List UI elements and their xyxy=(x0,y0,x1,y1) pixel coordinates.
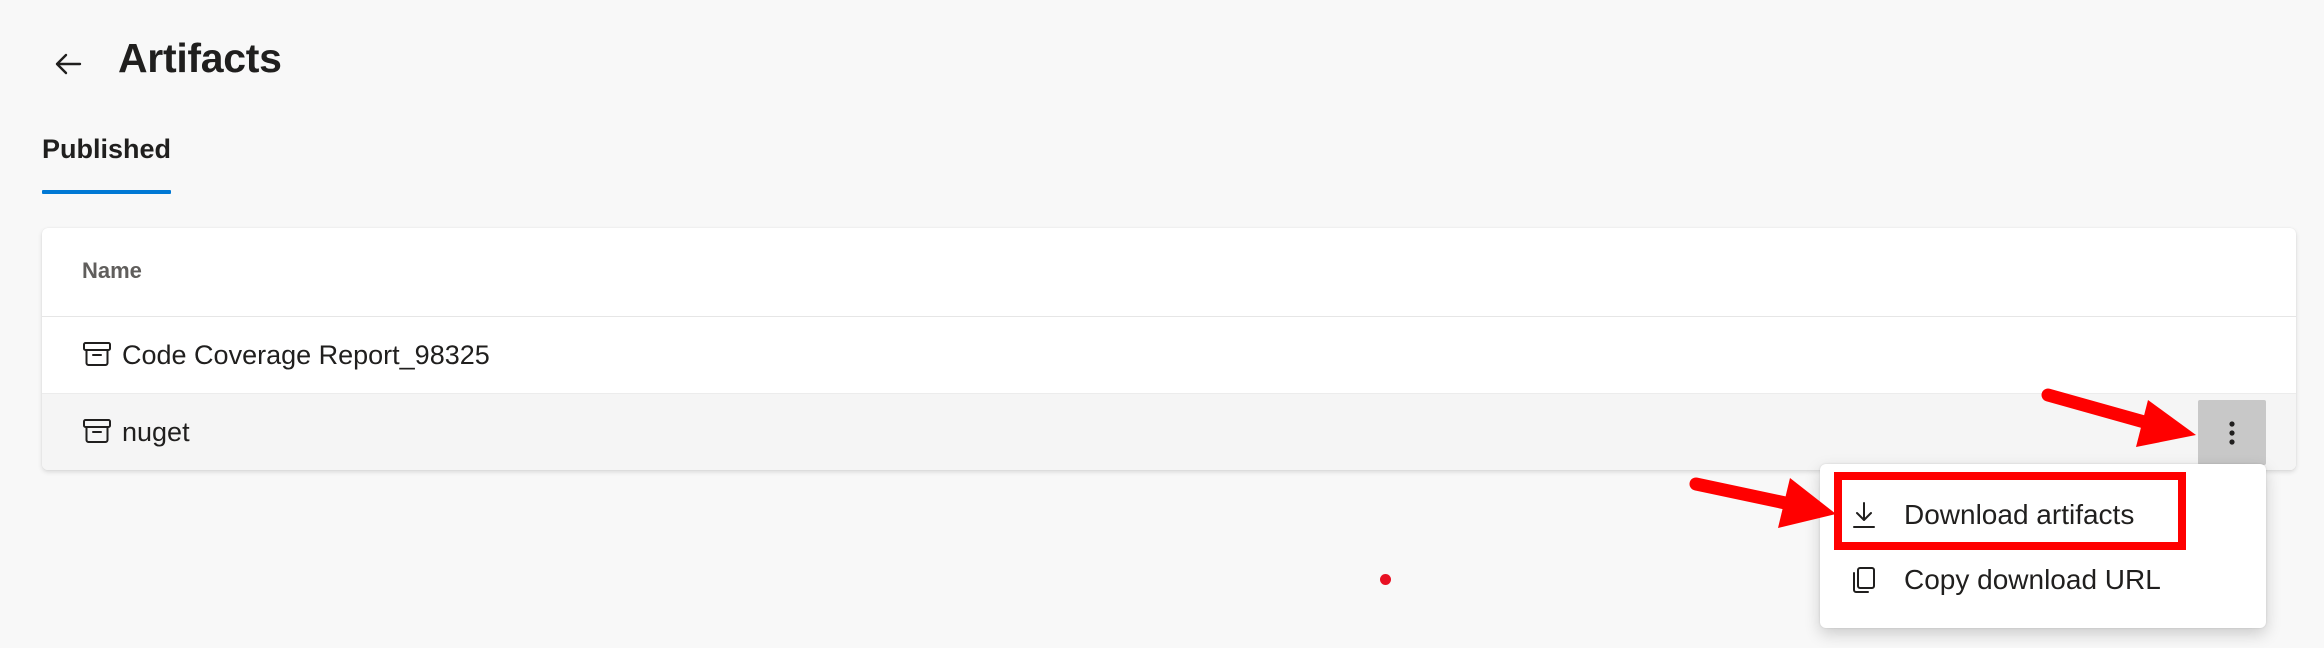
tab-published[interactable]: Published xyxy=(42,128,172,194)
annotation-arrow-to-download-item xyxy=(1689,477,1836,528)
menu-item-label: Copy download URL xyxy=(1904,564,2161,595)
annotation-dot xyxy=(1380,574,1391,585)
artifact-name[interactable]: nuget xyxy=(122,414,190,450)
page-title: Artifacts xyxy=(118,35,282,81)
column-header-name[interactable]: Name xyxy=(82,256,142,286)
tab-label: Published xyxy=(42,134,172,164)
back-button[interactable] xyxy=(40,36,96,92)
artifacts-table: Name Code Coverage Report_98325 nuget xyxy=(42,228,2296,470)
archive-icon xyxy=(83,342,111,366)
tab-selected-indicator xyxy=(42,190,172,194)
archive-icon xyxy=(83,419,111,443)
more-actions-button[interactable] xyxy=(2198,400,2266,465)
table-row[interactable]: nuget xyxy=(42,394,2296,470)
table-header: Name xyxy=(42,228,2296,317)
table-row[interactable]: Code Coverage Report_98325 xyxy=(42,317,2296,394)
copy-icon xyxy=(1853,567,1875,593)
more-vertical-icon xyxy=(2229,420,2235,445)
arrow-left-icon xyxy=(55,53,82,75)
menu-item-copy-download-url[interactable]: Copy download URL xyxy=(1820,549,2266,611)
artifact-name[interactable]: Code Coverage Report_98325 xyxy=(122,337,490,373)
annotation-highlight-box xyxy=(1834,472,2186,550)
